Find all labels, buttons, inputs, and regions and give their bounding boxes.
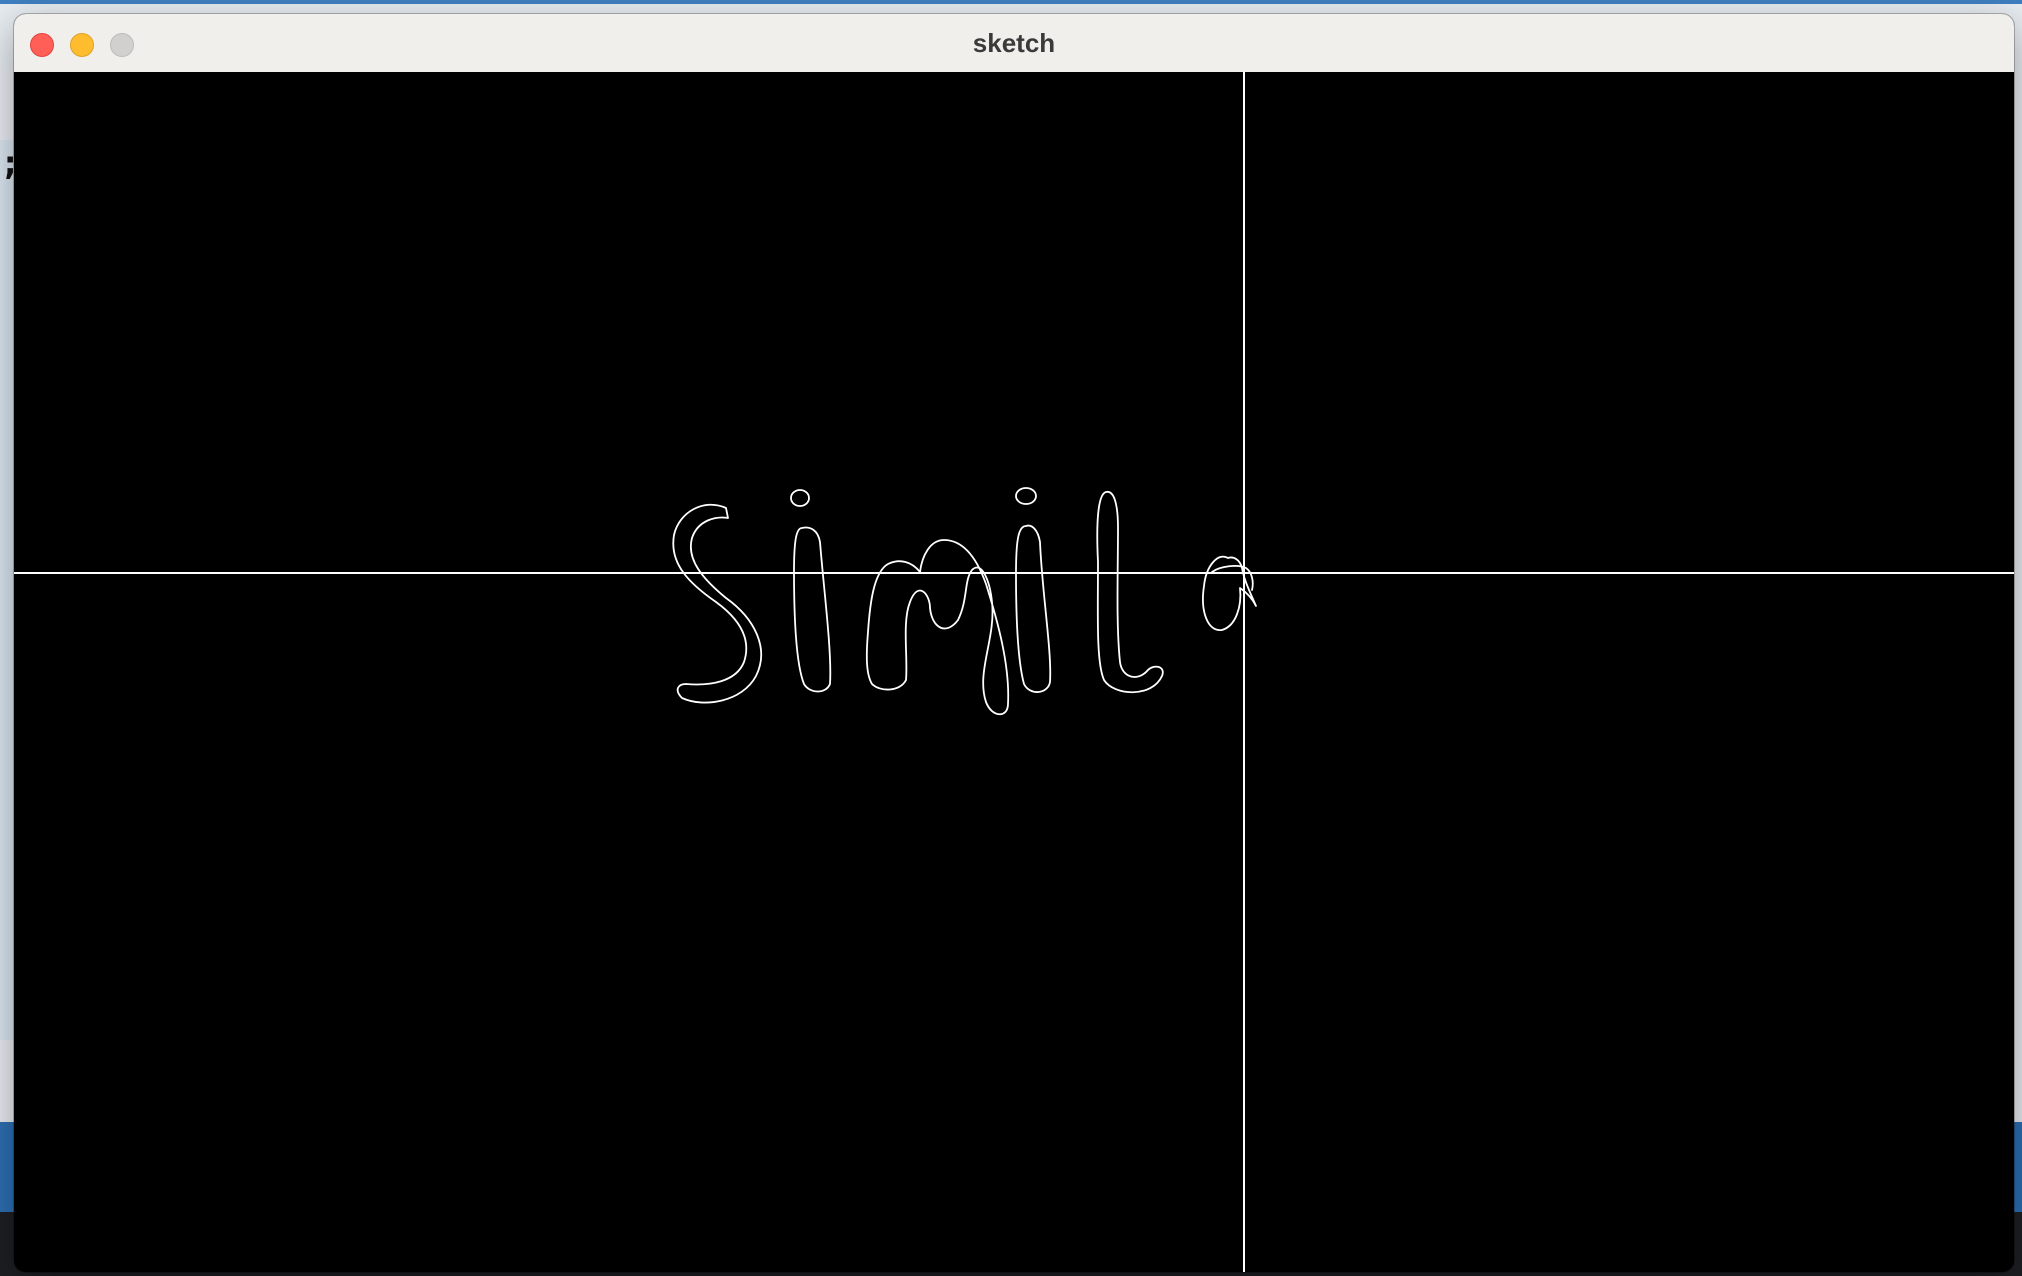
- partial-letter-tail: [1211, 565, 1254, 591]
- letter-i-stem: [793, 526, 832, 693]
- sketch-canvas[interactable]: [14, 72, 2014, 1272]
- letter-i2-dot: [1015, 487, 1037, 505]
- background-window-edge: [0, 140, 14, 1040]
- window-title: sketch: [972, 28, 1056, 58]
- letter-s-stroke: [672, 503, 762, 704]
- letter-i2-stem: [1015, 524, 1052, 693]
- sketch-drawing: [14, 72, 2014, 1272]
- desktop-top-strip: [0, 0, 2022, 4]
- partial-letter-stroke: [1202, 555, 1257, 631]
- handwritten-text-simil: [672, 487, 1257, 716]
- sketch-window: sketch: [14, 14, 2014, 1272]
- background-dock-left: [0, 1122, 14, 1212]
- letter-m-stroke: [865, 539, 1010, 716]
- letter-l-stroke: [1096, 491, 1164, 694]
- background-code-glyph: ;: [0, 143, 21, 183]
- letter-i-dot: [790, 489, 810, 507]
- title-bar[interactable]: sketch: [14, 14, 2014, 73]
